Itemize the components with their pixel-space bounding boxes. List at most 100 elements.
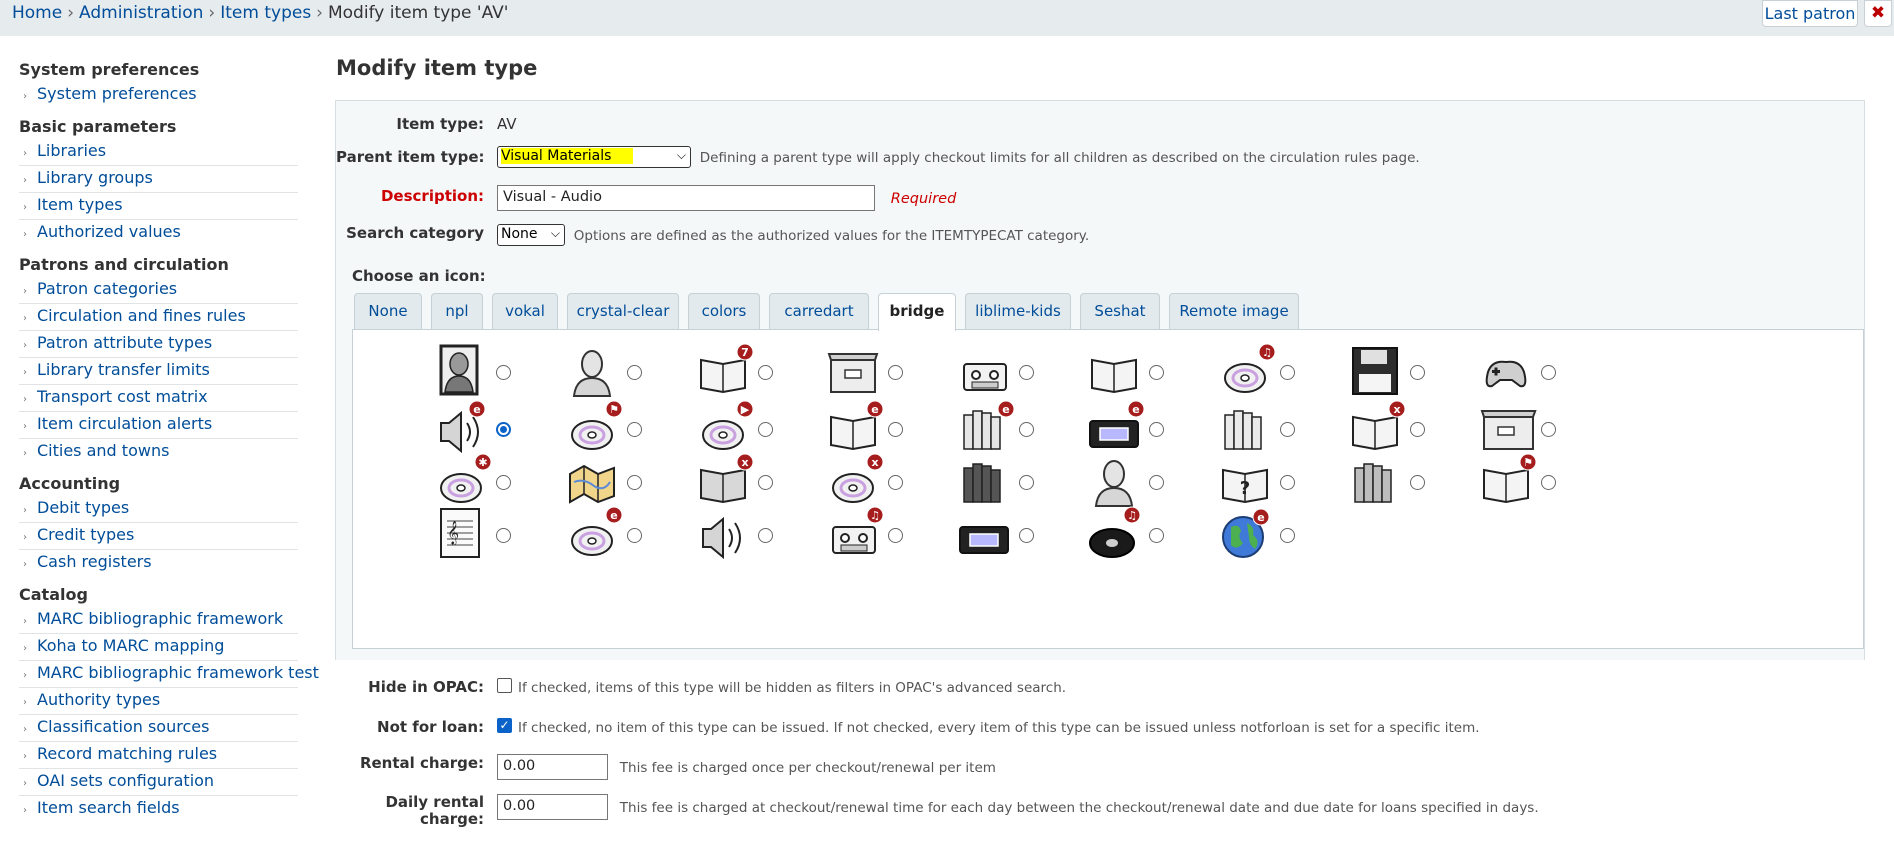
parent-type-select[interactable]: Visual Materials ⌵ <box>497 146 691 168</box>
icon-option[interactable]: ✱ <box>433 452 553 508</box>
sidebar-item[interactable]: › MARC bibliographic framework <box>19 607 298 634</box>
icon-option[interactable]: e <box>1217 505 1337 561</box>
sidebar-item-label[interactable]: Patron attribute types <box>37 333 212 352</box>
not-for-loan-checkbox[interactable]: ✓ <box>497 718 512 733</box>
icon-radio[interactable] <box>627 365 642 380</box>
icon-option[interactable]: ⚑ <box>1478 452 1598 508</box>
sidebar-item-label[interactable]: System preferences <box>37 84 197 103</box>
sidebar-item-label[interactable]: Circulation and fines rules <box>37 306 246 325</box>
sidebar-item-label[interactable]: Authority types <box>37 690 160 709</box>
sidebar-item-label[interactable]: Authorized values <box>37 222 181 241</box>
icon-option[interactable] <box>956 342 1076 398</box>
icon-option[interactable]: e <box>956 399 1076 455</box>
icon-radio[interactable] <box>1541 365 1556 380</box>
sidebar-item[interactable]: › Libraries <box>19 139 298 166</box>
icon-option[interactable] <box>1086 452 1206 508</box>
sidebar-item[interactable]: › Library groups <box>19 166 298 193</box>
icon-option[interactable]: 𝄞 <box>433 505 553 561</box>
icon-option[interactable] <box>1478 399 1598 455</box>
sidebar-item[interactable]: › Circulation and fines rules <box>19 304 298 331</box>
sidebar-item-label[interactable]: Debit types <box>37 498 129 517</box>
sidebar-item-label[interactable]: Koha to MARC mapping <box>37 636 224 655</box>
icon-radio[interactable] <box>1019 365 1034 380</box>
icon-radio[interactable] <box>888 365 903 380</box>
sidebar-item[interactable]: › Cash registers <box>19 550 298 577</box>
sidebar-item[interactable]: › System preferences <box>19 82 298 109</box>
tab-vokal[interactable]: vokal <box>492 293 558 330</box>
icon-radio[interactable] <box>758 475 773 490</box>
icon-radio[interactable] <box>1149 422 1164 437</box>
icon-option[interactable]: e <box>564 505 684 561</box>
icon-radio[interactable] <box>1541 475 1556 490</box>
icon-radio[interactable] <box>758 528 773 543</box>
sidebar-item[interactable]: › Cities and towns <box>19 439 298 466</box>
sidebar-item[interactable]: › OAI sets configuration <box>19 769 298 796</box>
tab-remote-image[interactable]: Remote image <box>1169 293 1299 330</box>
sidebar-item-label[interactable]: MARC bibliographic framework <box>37 609 283 628</box>
sidebar-item[interactable]: › Credit types <box>19 523 298 550</box>
breadcrumb-item-types[interactable]: Item types <box>220 3 311 23</box>
icon-option[interactable] <box>956 452 1076 508</box>
icon-radio[interactable] <box>1410 475 1425 490</box>
icon-radio[interactable] <box>1149 528 1164 543</box>
icon-option[interactable]: e <box>1086 399 1206 455</box>
icon-option[interactable]: 7 <box>695 342 815 398</box>
icon-option[interactable] <box>1217 399 1337 455</box>
icon-radio[interactable] <box>627 422 642 437</box>
icon-radio[interactable] <box>1280 475 1295 490</box>
icon-radio[interactable] <box>627 528 642 543</box>
sidebar-item-label[interactable]: Cash registers <box>37 552 152 571</box>
tab-liblime-kids[interactable]: liblime-kids <box>965 293 1071 330</box>
icon-radio[interactable] <box>1410 422 1425 437</box>
icon-option[interactable]: ♫ <box>1217 342 1337 398</box>
search-category-select[interactable]: None ⌵ <box>497 224 565 246</box>
sidebar-item-label[interactable]: Classification sources <box>37 717 209 736</box>
icon-radio[interactable] <box>1019 475 1034 490</box>
icon-radio[interactable] <box>1541 422 1556 437</box>
icon-radio[interactable] <box>496 528 511 543</box>
tab-seshat[interactable]: Seshat <box>1080 293 1160 330</box>
sidebar-item[interactable]: › Classification sources <box>19 715 298 742</box>
icon-radio[interactable] <box>1149 475 1164 490</box>
icon-option[interactable] <box>1347 342 1467 398</box>
icon-radio[interactable] <box>627 475 642 490</box>
icon-option[interactable]: x <box>1347 399 1467 455</box>
breadcrumb-administration[interactable]: Administration <box>79 3 203 23</box>
icon-option[interactable] <box>1478 342 1598 398</box>
tab-none[interactable]: None <box>354 293 422 330</box>
icon-option[interactable] <box>1086 342 1206 398</box>
description-input[interactable]: Visual - Audio <box>497 185 875 211</box>
close-icon[interactable]: ✖ <box>1864 0 1892 27</box>
icon-radio[interactable] <box>888 475 903 490</box>
tab-bridge[interactable]: bridge <box>878 293 956 331</box>
icon-option[interactable]: x <box>695 452 815 508</box>
sidebar-item-label[interactable]: Credit types <box>37 525 134 544</box>
icon-radio[interactable] <box>888 528 903 543</box>
sidebar-item[interactable]: › Item circulation alerts <box>19 412 298 439</box>
sidebar-item[interactable]: › Patron categories <box>19 277 298 304</box>
icon-radio[interactable] <box>888 422 903 437</box>
sidebar-item-label[interactable]: Libraries <box>37 141 106 160</box>
icon-radio[interactable] <box>1019 422 1034 437</box>
sidebar-item[interactable]: › Authorized values <box>19 220 298 247</box>
sidebar-item[interactable]: › Koha to MARC mapping <box>19 634 298 661</box>
icon-option[interactable]: e <box>433 399 553 455</box>
sidebar-item[interactable]: › Patron attribute types <box>19 331 298 358</box>
sidebar-item[interactable]: › Item search fields <box>19 796 298 823</box>
daily-rental-input[interactable]: 0.00 <box>497 794 608 820</box>
icon-option[interactable]: ? <box>1217 452 1337 508</box>
icon-radio[interactable] <box>1149 365 1164 380</box>
icon-option[interactable] <box>433 342 553 398</box>
sidebar-item[interactable]: › Item types <box>19 193 298 220</box>
icon-option[interactable]: e <box>825 399 945 455</box>
icon-radio[interactable] <box>496 365 511 380</box>
icon-option[interactable] <box>695 505 815 561</box>
last-patron-button[interactable]: Last patron <box>1762 0 1858 27</box>
sidebar-item-label[interactable]: Patron categories <box>37 279 177 298</box>
icon-radio[interactable] <box>1280 422 1295 437</box>
icon-radio[interactable] <box>1280 365 1295 380</box>
sidebar-item-label[interactable]: Item types <box>37 195 123 214</box>
sidebar-item-label[interactable]: Transport cost matrix <box>37 387 208 406</box>
icon-option[interactable] <box>1347 452 1467 508</box>
icon-option[interactable] <box>564 452 684 508</box>
